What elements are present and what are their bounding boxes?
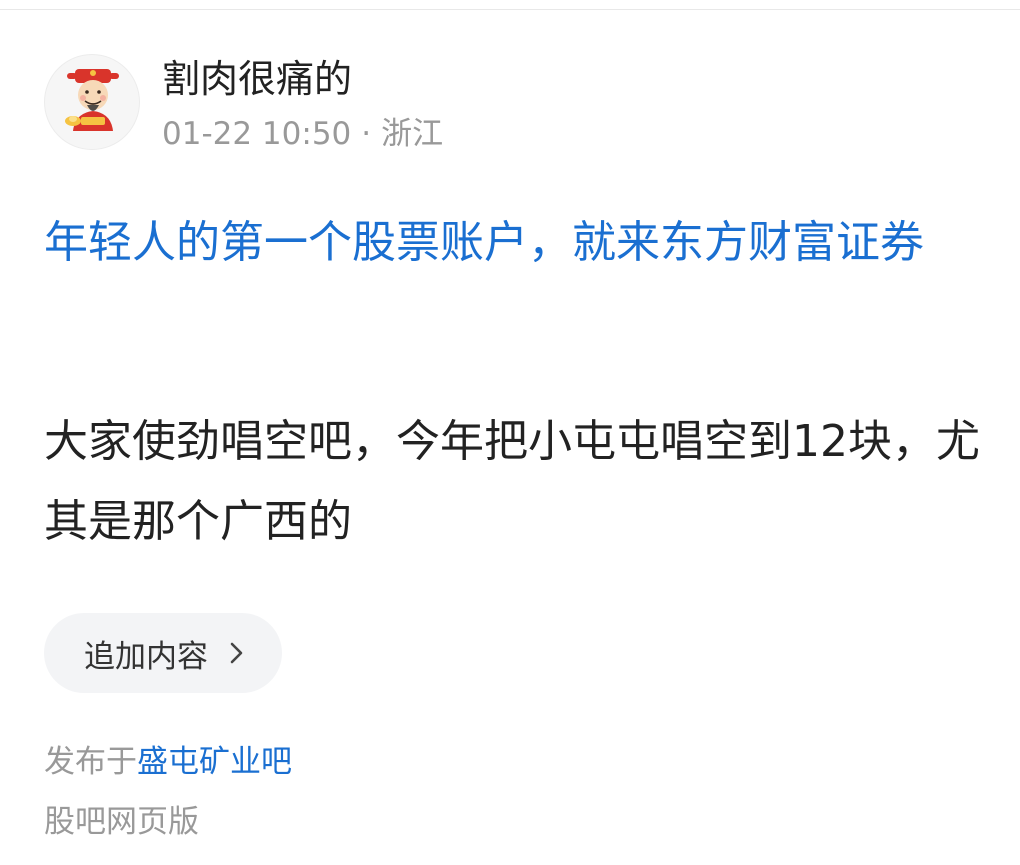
post-timestamp: 01-22 10:50 [162, 116, 352, 152]
posted-in-prefix: 发布于 [44, 744, 137, 780]
author-row: 割肉很痛的 01-22 10:50 · 浙江 [44, 50, 944, 160]
top-divider [0, 0, 1020, 10]
post-body: 大家使劲唱空吧，今年把小屯屯唱空到12块，尤其是那个广西的 [44, 416, 980, 547]
chevron-right-icon [226, 639, 246, 667]
post-location: 浙江 [381, 116, 444, 152]
append-content-label: 追加内容 [84, 638, 208, 675]
god-of-wealth-avatar-icon [65, 69, 119, 131]
web-version-link[interactable]: 股吧网页版 [44, 800, 199, 844]
post-meta: 01-22 10:50 · 浙江 [162, 114, 443, 154]
posted-in: 发布于盛屯矿业吧 [44, 740, 292, 784]
meta-separator: · [361, 116, 372, 152]
avatar[interactable] [44, 54, 140, 150]
bar-link[interactable]: 盛屯矿业吧 [137, 744, 292, 780]
author-name[interactable]: 割肉很痛的 [162, 56, 352, 102]
ad-title-link[interactable]: 年轻人的第一个股票账户，就来东方财富证券 [44, 208, 984, 278]
append-content-button[interactable]: 追加内容 [44, 613, 282, 693]
